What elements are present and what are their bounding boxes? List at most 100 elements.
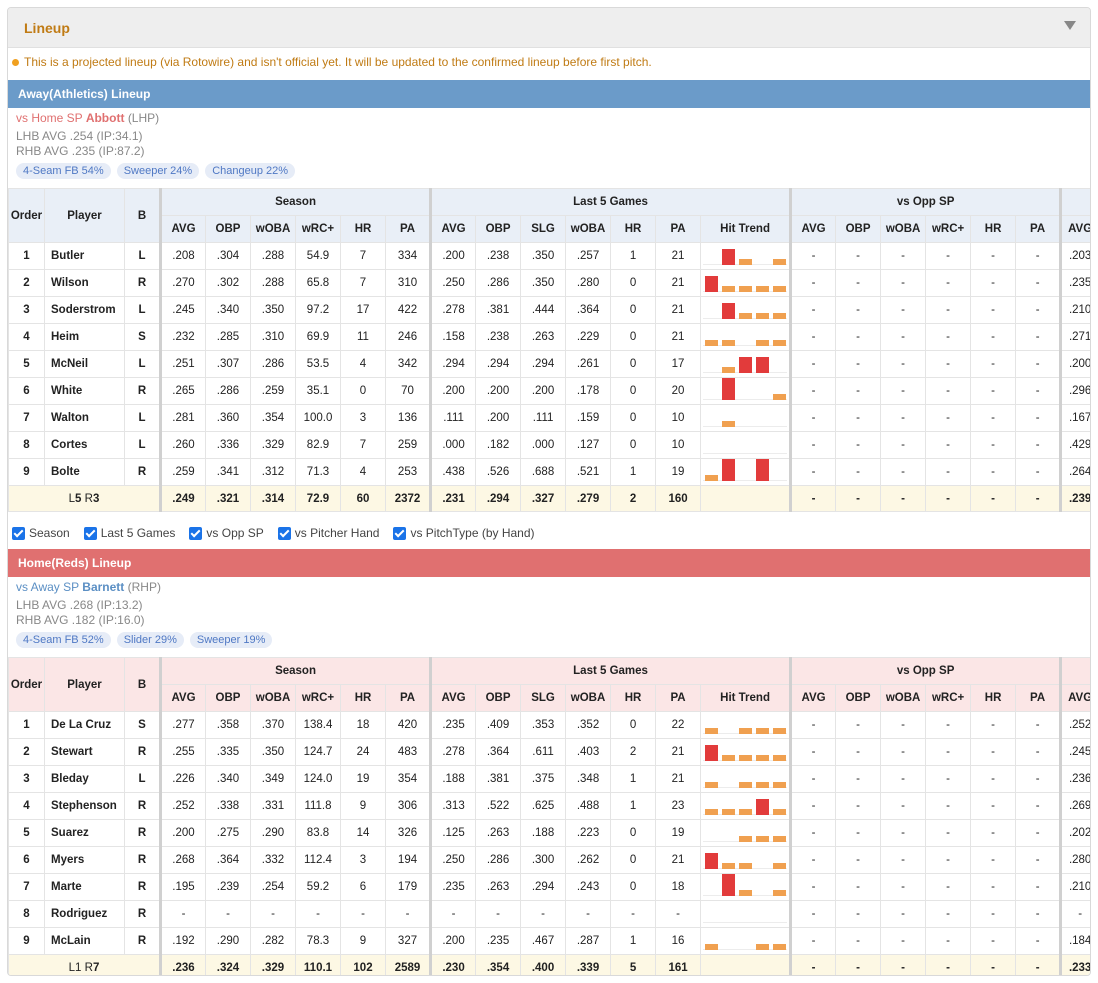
panel-header[interactable]: Lineup <box>8 8 1090 48</box>
col-opp-stat[interactable]: PA <box>1015 684 1062 712</box>
home-pitch-pill[interactable]: Slider 29% <box>116 632 184 648</box>
col-player[interactable]: Player <box>44 188 125 243</box>
col-last5-stat[interactable]: Hit Trend <box>700 215 792 243</box>
col-last5-stat[interactable]: HR <box>610 215 657 243</box>
table-row[interactable]: 3 Soderstrom L .245.340.350 97.2 17 422.278.38… <box>8 296 1090 324</box>
col-opp-stat[interactable]: AVG <box>789 215 837 243</box>
player-name[interactable]: White <box>44 377 125 405</box>
col-player[interactable]: Player <box>44 657 125 712</box>
col-opp-stat[interactable]: wOBA <box>880 684 927 712</box>
table-row[interactable]: 1 Butler L .208.304.288 54.9 7 334.200.238.350… <box>8 242 1090 270</box>
table-row[interactable]: 4 Heim S .232.285.310 69.9 11 246.158.238.263.… <box>8 323 1090 351</box>
filter-last5[interactable]: Last 5 Games <box>83 526 175 540</box>
filter-season[interactable]: Season <box>12 526 70 540</box>
col-season-stat[interactable]: wOBA <box>250 215 296 243</box>
player-name[interactable]: Rodriguez <box>44 900 125 928</box>
player-name[interactable]: Walton <box>44 404 125 432</box>
col-season-stat[interactable]: OBP <box>205 215 251 243</box>
table-row[interactable]: 6 White R .265.286.259 35.1 0 70.200.200.200.1… <box>8 377 1090 405</box>
col-last5-stat[interactable]: HR <box>610 684 657 712</box>
player-name[interactable]: Myers <box>44 846 125 874</box>
player-name[interactable]: Stewart <box>44 738 125 766</box>
col-season-stat[interactable]: wRC+ <box>295 215 341 243</box>
player-name[interactable]: McNeil <box>44 350 125 378</box>
col-last5-stat[interactable]: SLG <box>520 215 567 243</box>
table-row[interactable]: 6 Myers R .268.364.332 112.4 3 194.250.286.300… <box>8 846 1090 874</box>
col-extra-avg[interactable]: AVG <box>1059 215 1090 243</box>
away-pitch-pill[interactable]: Sweeper 24% <box>116 163 200 179</box>
player-name[interactable]: Soderstrom <box>44 296 125 324</box>
col-opp-stat[interactable]: wOBA <box>880 215 927 243</box>
player-name[interactable]: Wilson <box>44 269 125 297</box>
col-season-stat[interactable]: PA <box>384 684 432 712</box>
player-name[interactable]: Bleday <box>44 765 125 793</box>
player-name[interactable]: Cortes <box>44 431 125 459</box>
col-last5-stat[interactable]: PA <box>655 215 702 243</box>
checkbox-icon[interactable] <box>277 526 291 540</box>
table-row[interactable]: 1 De La Cruz S .277.358.370 138.4 18 420.235.4… <box>8 711 1090 739</box>
col-season-stat[interactable]: OBP <box>205 684 251 712</box>
checkbox-icon[interactable] <box>83 526 97 540</box>
col-order[interactable]: Order <box>8 657 45 712</box>
table-row[interactable]: 2 Wilson R .270.302.288 65.8 7 310.250.286.350… <box>8 269 1090 297</box>
col-opp-stat[interactable]: wRC+ <box>925 684 972 712</box>
col-opp-stat[interactable]: wRC+ <box>925 215 972 243</box>
table-row[interactable]: 3 Bleday L .226.340.349 124.0 19 354.188.381.3… <box>8 765 1090 793</box>
table-row[interactable]: 5 McNeil L .251.307.286 53.5 4 342.294.294.294… <box>8 350 1090 378</box>
col-opp-stat[interactable]: HR <box>970 684 1017 712</box>
col-last5-stat[interactable]: wOBA <box>565 684 612 712</box>
col-order[interactable]: Order <box>8 188 45 243</box>
col-season-stat[interactable]: PA <box>384 215 432 243</box>
player-name[interactable]: De La Cruz <box>44 711 125 739</box>
table-row[interactable]: 7 Walton L .281.360.354 100.0 3 136.111.200.11… <box>8 404 1090 432</box>
player-name[interactable]: Stephenson <box>44 792 125 820</box>
col-season-stat[interactable]: AVG <box>159 215 206 243</box>
away-pitch-pill[interactable]: 4-Seam FB 54% <box>16 163 111 179</box>
player-name[interactable]: Bolte <box>44 458 125 486</box>
col-season-stat[interactable]: wOBA <box>250 684 296 712</box>
player-name[interactable]: Marte <box>44 873 125 901</box>
home-pitch-pill[interactable]: Sweeper 19% <box>189 632 273 648</box>
col-opp-stat[interactable]: HR <box>970 215 1017 243</box>
col-opp-stat[interactable]: OBP <box>835 684 882 712</box>
player-name[interactable]: Suarez <box>44 819 125 847</box>
table-row[interactable]: 8 Rodriguez R - - - - - - - - - - - - - - - - - - - <box>8 900 1090 928</box>
table-row[interactable]: 2 Stewart R .255.335.350 124.7 24 483.278.364.… <box>8 738 1090 766</box>
player-name[interactable]: McLain <box>44 927 125 955</box>
col-opp-stat[interactable]: AVG <box>789 684 837 712</box>
home-pitch-pill[interactable]: 4-Seam FB 52% <box>16 632 111 648</box>
checkbox-icon[interactable] <box>393 526 407 540</box>
col-last5-stat[interactable]: PA <box>655 684 702 712</box>
table-row[interactable]: 5 Suarez R .200.275.290 83.8 14 326.125.263.18… <box>8 819 1090 847</box>
col-last5-stat[interactable]: OBP <box>475 684 522 712</box>
col-last5-stat[interactable]: AVG <box>429 215 477 243</box>
col-last5-stat[interactable]: SLG <box>520 684 567 712</box>
filter-vs-pitchtype[interactable]: vs PitchType (by Hand) <box>393 526 535 540</box>
col-last5-stat[interactable]: AVG <box>429 684 477 712</box>
table-row[interactable]: 8 Cortes L .260.336.329 82.9 7 259.000.182.000… <box>8 431 1090 459</box>
collapse-caret-icon[interactable] <box>1064 21 1076 30</box>
home-sp-name[interactable]: Barnett <box>82 580 124 594</box>
away-sp-name[interactable]: Abbott <box>86 111 125 125</box>
filter-vs-opp-sp[interactable]: vs Opp SP <box>189 526 264 540</box>
filter-vs-pitcher-hand[interactable]: vs Pitcher Hand <box>277 526 379 540</box>
col-opp-stat[interactable]: OBP <box>835 215 882 243</box>
col-last5-stat[interactable]: Hit Trend <box>700 684 792 712</box>
col-opp-stat[interactable]: PA <box>1015 215 1062 243</box>
col-extra-avg[interactable]: AVG <box>1059 684 1090 712</box>
col-last5-stat[interactable]: OBP <box>475 215 522 243</box>
table-row[interactable]: 9 McLain R .192.290.282 78.3 9 327.200.235.467… <box>8 927 1090 955</box>
checkbox-icon[interactable] <box>12 526 25 540</box>
col-bats[interactable]: B <box>124 188 161 243</box>
checkbox-icon[interactable] <box>189 526 203 540</box>
table-row[interactable]: 9 Bolte R .259.341.312 71.3 4 253.438.526.688.… <box>8 458 1090 486</box>
table-row[interactable]: 7 Marte R .195.239.254 59.2 6 179.235.263.294.… <box>8 873 1090 901</box>
col-season-stat[interactable]: HR <box>340 684 386 712</box>
col-bats[interactable]: B <box>124 657 161 712</box>
away-pitch-pill[interactable]: Changeup 22% <box>205 163 296 179</box>
player-name[interactable]: Heim <box>44 323 125 351</box>
col-season-stat[interactable]: AVG <box>159 684 206 712</box>
player-name[interactable]: Butler <box>44 242 125 270</box>
col-last5-stat[interactable]: wOBA <box>565 215 612 243</box>
table-row[interactable]: 4 Stephenson R .252.338.331 111.8 9 306.313.52… <box>8 792 1090 820</box>
